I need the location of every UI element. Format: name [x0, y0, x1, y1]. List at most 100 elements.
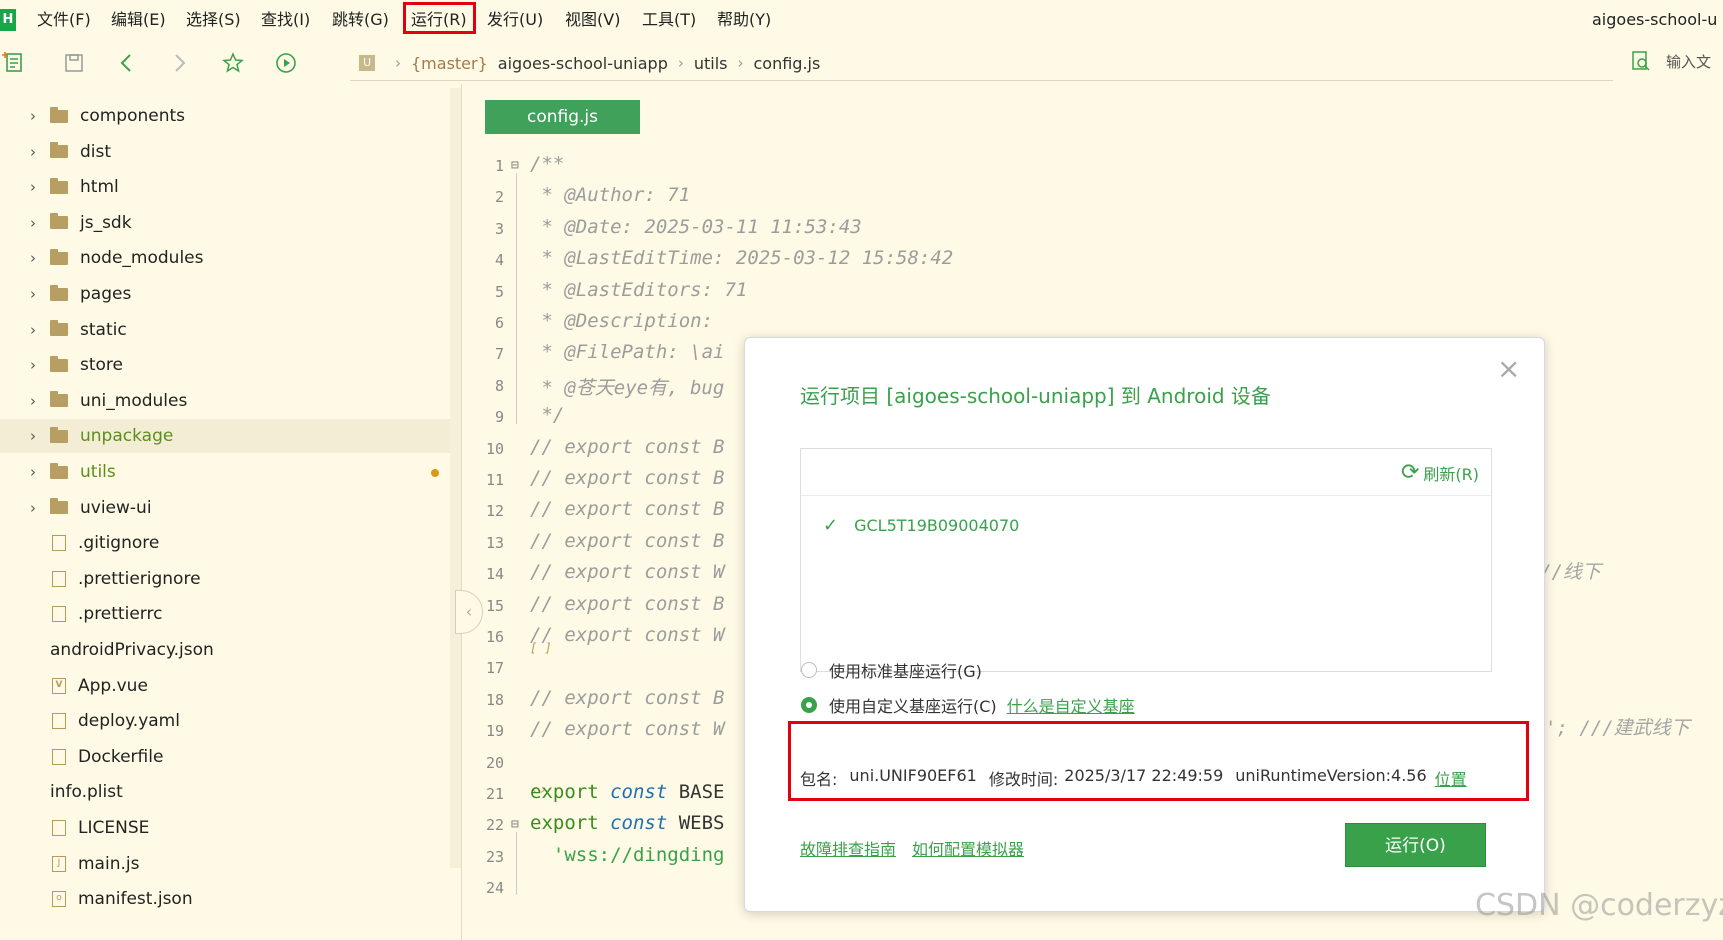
standard-base-option[interactable]: 使用标准基座运行(G) [801, 658, 982, 682]
refresh-button[interactable]: ⟳ 刷新(R) [1401, 461, 1479, 485]
tree-item-label: uview-ui [80, 497, 152, 518]
tree-item-label: static [80, 319, 127, 340]
fold-toggle-icon[interactable]: ⊟ [511, 158, 519, 173]
tree-item[interactable]: › unpackage [0, 419, 450, 454]
tree-item[interactable]: Jmain.js [0, 847, 450, 881]
tree-item-label: components [80, 106, 186, 126]
tree-item-label: uni_modules [80, 390, 188, 411]
menu-goto[interactable]: 跳转(G) [332, 9, 389, 31]
fold-guide [516, 832, 517, 896]
tree-item[interactable]: › js_sdk [0, 206, 450, 240]
tree-item[interactable]: .prettierignore [0, 562, 450, 596]
device-id: GCL5T19B09004070 [854, 516, 1020, 535]
chevron-right-icon[interactable]: › [26, 249, 40, 267]
search-file-icon [1632, 51, 1650, 71]
menu-view[interactable]: 视图(V) [565, 9, 620, 31]
chevron-right-icon: › [395, 54, 401, 72]
package-label: 包名: [800, 770, 838, 789]
line-number: 10 [485, 439, 504, 458]
tree-item[interactable]: › static [0, 313, 450, 347]
tree-item[interactable]: › node_modules [0, 241, 450, 275]
chevron-right-icon[interactable]: › [26, 463, 40, 481]
folder-icon [50, 213, 68, 230]
menu-help[interactable]: 帮助(Y) [717, 9, 771, 31]
tree-item[interactable]: o manifest.json [0, 882, 450, 916]
tree-item[interactable]: › components [0, 99, 450, 133]
tree-item-label: App.vue [78, 675, 148, 696]
chevron-right-icon[interactable]: › [26, 178, 40, 196]
new-file-icon[interactable] [2, 50, 28, 76]
custom-base-help-link[interactable]: 什么是自定义基座 [1007, 693, 1135, 717]
chevron-right-icon[interactable]: › [26, 427, 40, 445]
code-line: // export const W [530, 624, 725, 646]
menu-run-highlight [403, 2, 476, 34]
standard-base-radio[interactable] [801, 662, 817, 678]
tree-item[interactable]: › html [0, 170, 450, 204]
line-number: 21 [485, 785, 504, 803]
back-arrow-icon[interactable] [114, 50, 140, 76]
chevron-right-icon[interactable]: › [26, 285, 40, 303]
custom-base-option[interactable]: 使用自定义基座运行(C) 什么是自定义基座 [801, 693, 1135, 717]
device-item[interactable]: ✓ GCL5T19B09004070 [823, 515, 1019, 536]
run-play-icon[interactable] [273, 50, 299, 76]
chevron-right-icon[interactable]: › [26, 356, 40, 374]
folder-icon [50, 462, 68, 479]
chevron-right-icon[interactable]: › [26, 499, 40, 517]
breadcrumb-branch[interactable]: {master} [411, 54, 488, 73]
code-line: * @Date: 2025-03-11 11:53:43 [530, 215, 862, 238]
tree-item-label: store [80, 355, 123, 376]
tree-item[interactable]: › dist [0, 135, 450, 169]
tree-item[interactable]: .gitignore [0, 526, 450, 560]
forward-arrow-icon[interactable] [166, 50, 192, 76]
troubleshoot-link[interactable]: 故障排查指南 [800, 836, 896, 860]
code-line: * @Description: [530, 310, 714, 332]
tree-item[interactable]: V App.vue [0, 669, 450, 703]
tree-item[interactable]: ‹› info.plist [0, 775, 547, 809]
chevron-right-icon[interactable]: › [26, 107, 40, 125]
menu-select[interactable]: 选择(S) [186, 9, 241, 31]
tab-config-js[interactable]: config.js [485, 100, 640, 134]
tree-item[interactable]: › store [0, 348, 450, 382]
tree-item[interactable]: .prettierrc [0, 597, 450, 631]
tree-item[interactable]: › utils [0, 455, 450, 489]
run-button[interactable]: 运行(O) [1345, 823, 1486, 867]
chevron-right-icon[interactable]: › [26, 214, 40, 232]
menu-file[interactable]: 文件(F) [37, 9, 91, 31]
emulator-config-link[interactable]: 如何配置模拟器 [912, 836, 1024, 860]
tree-item[interactable]: [ ] androidPrivacy.json [0, 633, 552, 667]
folder-icon [50, 177, 68, 194]
tree-item[interactable]: › pages [0, 277, 450, 311]
window-title: aigoes-school-u [1592, 10, 1718, 29]
menu-tools[interactable]: 工具(T) [642, 9, 696, 31]
menu-edit[interactable]: 编辑(E) [111, 9, 166, 31]
menu-publish[interactable]: 发行(U) [487, 9, 543, 31]
breadcrumb-file[interactable]: config.js [753, 54, 820, 73]
line-number: 22 [485, 816, 504, 835]
standard-base-label: 使用标准基座运行(G) [829, 662, 982, 681]
chevron-right-icon[interactable]: › [26, 321, 40, 339]
close-icon[interactable]: × [1497, 355, 1520, 383]
location-link[interactable]: 位置 [1435, 766, 1467, 790]
chevron-right-icon[interactable]: › [26, 143, 40, 161]
line-number: 11 [485, 471, 504, 489]
breadcrumb-project[interactable]: aigoes-school-uniapp [498, 54, 668, 73]
search-input[interactable]: 输入文 [1666, 51, 1711, 72]
menu-find[interactable]: 查找(I) [261, 9, 310, 31]
tree-item[interactable]: deploy.yaml [0, 704, 450, 738]
code-line: // export const B [530, 498, 725, 521]
tree-item[interactable]: Dockerfile [0, 740, 450, 774]
breadcrumb-folder[interactable]: utils [694, 54, 728, 73]
file-icon [52, 820, 66, 836]
fold-toggle-icon[interactable]: ⊟ [511, 817, 519, 832]
tree-item[interactable]: LICENSE [0, 811, 450, 845]
js-file-icon: J [52, 855, 66, 872]
modified-dot-icon [431, 469, 439, 477]
save-icon[interactable] [61, 50, 87, 76]
star-icon[interactable] [220, 50, 246, 76]
tree-item[interactable]: › uview-ui [0, 491, 450, 525]
watermark: CSDN @coderzyz [1475, 888, 1723, 923]
search-box[interactable]: 输入文 [1630, 50, 1711, 72]
tree-item[interactable]: › uni_modules [0, 384, 450, 418]
chevron-right-icon[interactable]: › [26, 392, 40, 410]
custom-base-radio[interactable] [801, 697, 817, 713]
